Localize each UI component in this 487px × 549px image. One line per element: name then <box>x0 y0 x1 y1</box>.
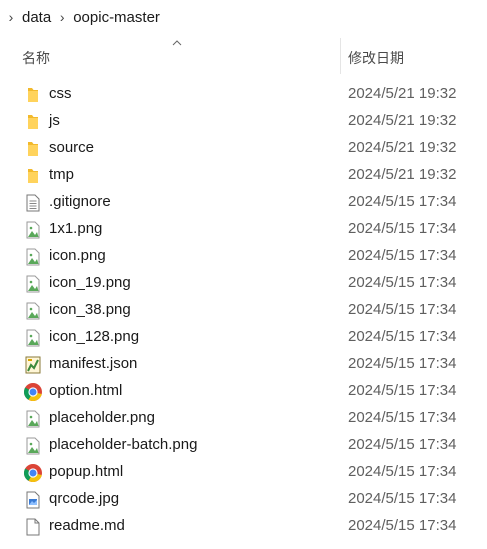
file-name: placeholder-batch.png <box>49 436 198 453</box>
image-file-icon <box>23 247 43 267</box>
file-date-modified: 2024/5/15 17:34 <box>348 490 457 507</box>
image-file-icon <box>23 409 43 429</box>
column-header-name[interactable]: 名称 <box>22 48 50 68</box>
file-name: source <box>49 139 95 156</box>
breadcrumb: › data › oopic-master <box>0 0 487 34</box>
file-date-modified: 2024/5/21 19:32 <box>348 166 457 183</box>
sort-ascending-icon <box>172 40 182 46</box>
file-name: .gitignore <box>49 193 111 210</box>
text-file-icon <box>23 193 43 213</box>
image-file-icon <box>23 301 43 321</box>
breadcrumb-item-current[interactable]: oopic-master <box>69 9 164 26</box>
file-name: option.html <box>49 382 123 399</box>
file-row[interactable]: icon_19.png 2024/5/15 17:34 <box>0 270 487 297</box>
chrome-icon <box>23 463 43 483</box>
file-name: icon.png <box>49 247 106 264</box>
folder-icon <box>23 139 43 159</box>
file-date-modified: 2024/5/21 19:32 <box>348 85 457 102</box>
file-row[interactable]: option.html 2024/5/15 17:34 <box>0 378 487 405</box>
file-name: css <box>49 85 72 102</box>
image-file-icon <box>23 328 43 348</box>
folder-icon <box>23 166 43 186</box>
file-date-modified: 2024/5/15 17:34 <box>348 355 457 372</box>
file-date-modified: 2024/5/15 17:34 <box>348 193 457 210</box>
file-row[interactable]: manifest.json 2024/5/15 17:34 <box>0 351 487 378</box>
file-date-modified: 2024/5/15 17:34 <box>348 274 457 291</box>
file-date-modified: 2024/5/15 17:34 <box>348 220 457 237</box>
file-date-modified: 2024/5/15 17:34 <box>348 247 457 264</box>
file-row[interactable]: popup.html 2024/5/15 17:34 <box>0 459 487 486</box>
file-date-modified: 2024/5/15 17:34 <box>348 436 457 453</box>
file-date-modified: 2024/5/15 17:34 <box>348 301 457 318</box>
file-name: readme.md <box>49 517 125 534</box>
file-date-modified: 2024/5/21 19:32 <box>348 139 457 156</box>
file-date-modified: 2024/5/15 17:34 <box>348 463 457 480</box>
image-file-icon <box>23 274 43 294</box>
file-date-modified: 2024/5/15 17:34 <box>348 328 457 345</box>
breadcrumb-item-data[interactable]: data <box>18 9 55 26</box>
column-divider[interactable] <box>340 38 341 74</box>
file-name: qrcode.jpg <box>49 490 120 507</box>
json-file-icon <box>23 355 43 375</box>
file-name: js <box>49 112 60 129</box>
file-name: popup.html <box>49 463 124 480</box>
file-date-modified: 2024/5/15 17:34 <box>348 517 457 534</box>
file-name: manifest.json <box>49 355 138 372</box>
chevron-right-icon[interactable]: › <box>55 9 69 25</box>
folder-icon <box>23 85 43 105</box>
column-header-date-modified[interactable]: 修改日期 <box>348 48 404 68</box>
file-name: tmp <box>49 166 75 183</box>
file-row[interactable]: readme.md 2024/5/15 17:34 <box>0 513 487 540</box>
file-row[interactable]: qrcode.jpg 2024/5/15 17:34 <box>0 486 487 513</box>
image-file-icon <box>23 220 43 240</box>
file-name: icon_38.png <box>49 301 131 318</box>
file-row[interactable]: js 2024/5/21 19:32 <box>0 108 487 135</box>
folder-icon <box>23 112 43 132</box>
file-date-modified: 2024/5/15 17:34 <box>348 382 457 399</box>
chevron-right-icon[interactable]: › <box>4 9 18 25</box>
column-header-row: 名称 修改日期 <box>0 38 487 74</box>
blank-file-icon <box>23 517 43 537</box>
file-date-modified: 2024/5/21 19:32 <box>348 112 457 129</box>
file-name: icon_19.png <box>49 274 131 291</box>
file-list: css 2024/5/21 19:32 js 2024/5/21 19:32 sou… <box>0 81 487 540</box>
file-row[interactable]: 1x1.png 2024/5/15 17:34 <box>0 216 487 243</box>
file-name: placeholder.png <box>49 409 155 426</box>
chrome-icon <box>23 382 43 402</box>
file-name: 1x1.png <box>49 220 103 237</box>
file-row[interactable]: icon.png 2024/5/15 17:34 <box>0 243 487 270</box>
file-date-modified: 2024/5/15 17:34 <box>348 409 457 426</box>
file-row[interactable]: tmp 2024/5/21 19:32 <box>0 162 487 189</box>
file-row[interactable]: placeholder.png 2024/5/15 17:34 <box>0 405 487 432</box>
image-file-icon <box>23 436 43 456</box>
file-row[interactable]: icon_128.png 2024/5/15 17:34 <box>0 324 487 351</box>
file-row[interactable]: .gitignore 2024/5/15 17:34 <box>0 189 487 216</box>
file-name: icon_128.png <box>49 328 140 345</box>
file-row[interactable]: placeholder-batch.png 2024/5/15 17:34 <box>0 432 487 459</box>
file-row[interactable]: icon_38.png 2024/5/15 17:34 <box>0 297 487 324</box>
file-row[interactable]: css 2024/5/21 19:32 <box>0 81 487 108</box>
jpg-file-icon <box>23 490 43 510</box>
file-row[interactable]: source 2024/5/21 19:32 <box>0 135 487 162</box>
